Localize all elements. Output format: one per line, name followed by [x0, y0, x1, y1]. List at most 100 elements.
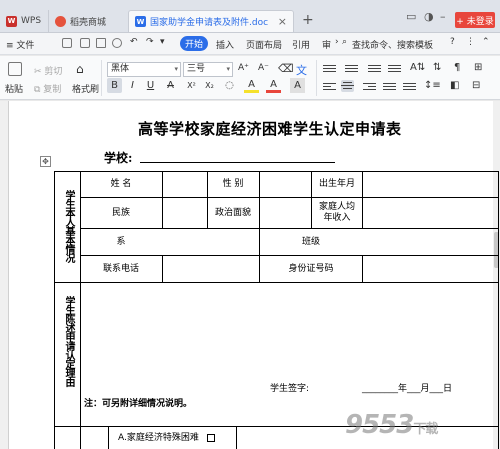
signature-date: ________年___月___日: [362, 384, 453, 394]
section-reason: 学生陈述申请认定理由: [63, 296, 74, 386]
char-border-icon[interactable]: ◌: [222, 78, 237, 93]
tab-label: 国家助学金申请表及附件.doc: [150, 18, 269, 28]
school-underline: [140, 162, 335, 163]
table-line: [236, 426, 237, 449]
more-icon[interactable]: ⋮: [466, 37, 475, 47]
option-a: A.家庭经济特殊困难: [110, 428, 236, 448]
paste-icon[interactable]: [8, 62, 22, 76]
more-tabs-chevron-icon[interactable]: ›: [335, 37, 339, 47]
file-menu[interactable]: ≡ 文件: [6, 38, 34, 51]
tab-wps[interactable]: W WPS: [2, 10, 48, 32]
border-icon[interactable]: ⊞: [474, 62, 482, 73]
cut-button[interactable]: ✂ 剪切: [34, 64, 62, 77]
collapse-ribbon-icon[interactable]: ⌃: [482, 37, 490, 47]
cell-id-label: 身份证号码: [288, 263, 334, 274]
font-color-button[interactable]: A: [266, 78, 281, 93]
align-left-icon[interactable]: [323, 81, 336, 93]
table-move-handle-icon[interactable]: ✥: [40, 156, 51, 167]
tab-label: 稻壳商城: [70, 17, 107, 28]
table-border-icon[interactable]: ⊟: [472, 80, 480, 91]
table-line: [54, 171, 55, 449]
italic-button[interactable]: I: [125, 78, 140, 93]
word-doc-icon: W: [135, 16, 146, 27]
save-icon[interactable]: [62, 38, 72, 48]
justify-icon[interactable]: [383, 81, 396, 93]
command-search[interactable]: 查找命令、搜索模板: [352, 38, 433, 51]
phonetic-guide-icon[interactable]: 文: [296, 62, 307, 78]
copy-button[interactable]: ⧉ 复制: [34, 82, 61, 95]
underline-button[interactable]: U: [143, 78, 158, 93]
cell-name-label: 姓 名: [110, 179, 132, 189]
superscript-button[interactable]: X²: [184, 78, 199, 93]
tab-review[interactable]: 审: [322, 38, 331, 51]
shrink-font-button[interactable]: A⁻: [258, 63, 269, 73]
cell-ethnicity-label: 民族: [111, 207, 130, 218]
help-icon[interactable]: ?: [450, 37, 455, 47]
export-pdf-icon[interactable]: [80, 38, 90, 48]
wps-logo-icon: W: [6, 15, 17, 27]
format-painter-button[interactable]: 格式刷: [72, 82, 99, 95]
docer-store-icon: [55, 15, 66, 27]
section-basic-info: 学生本人基本情况: [63, 190, 74, 262]
paste-button[interactable]: 粘贴: [5, 82, 23, 95]
format-painter-icon[interactable]: ⌂: [76, 62, 84, 76]
bold-button[interactable]: B: [107, 78, 122, 93]
minimize-icon[interactable]: –: [440, 10, 446, 23]
cell-phone-label: 联系电话: [102, 263, 139, 274]
clear-format-icon[interactable]: ⌫: [278, 62, 294, 75]
close-tab-icon[interactable]: ×: [278, 15, 287, 28]
font-size-select[interactable]: 三号 ▾: [183, 62, 233, 77]
highlight-button[interactable]: A: [244, 78, 259, 93]
tab-active-document[interactable]: W 国家助学金申请表及附件.doc ×: [128, 10, 294, 32]
distributed-icon[interactable]: [403, 81, 416, 93]
strikethrough-button[interactable]: A: [163, 78, 178, 93]
note-text: 注：可另附详细情况说明。: [84, 399, 193, 409]
vertical-ruler: [0, 101, 9, 449]
divider: [316, 60, 317, 96]
divider: [101, 60, 102, 96]
tab-references[interactable]: 引用: [292, 38, 310, 51]
new-tab-icon[interactable]: +: [302, 12, 314, 28]
window-layout-icon[interactable]: ▭: [406, 10, 416, 23]
tab-page-layout[interactable]: 页面布局: [246, 38, 282, 51]
search-icon[interactable]: ⌕: [342, 37, 347, 47]
decrease-indent-icon[interactable]: [368, 63, 381, 75]
table-line: [108, 426, 109, 449]
table-line: [362, 171, 363, 228]
show-marks-icon[interactable]: ¶: [454, 62, 460, 73]
cell-gender-label: 性 别: [222, 179, 244, 189]
tab-docer-store[interactable]: 稻壳商城: [48, 10, 128, 32]
bullet-list-icon[interactable]: [323, 63, 336, 75]
increase-indent-icon[interactable]: [388, 63, 401, 75]
subscript-button[interactable]: X₂: [202, 78, 217, 93]
tab-start[interactable]: 开始: [180, 36, 208, 51]
font-name-select[interactable]: 黑体 ▾: [107, 62, 181, 77]
school-label: 学校:: [104, 151, 133, 165]
numbered-list-icon[interactable]: [345, 63, 358, 75]
print-preview-icon[interactable]: [112, 38, 122, 48]
grow-font-button[interactable]: A⁺: [238, 63, 249, 73]
print-icon[interactable]: [96, 38, 106, 48]
chinese-layout-icon[interactable]: A⇅: [410, 62, 425, 73]
undo-icon[interactable]: ↶: [130, 37, 138, 47]
table-line: [162, 255, 163, 282]
align-right-icon[interactable]: [363, 81, 376, 93]
chevron-down-icon: ▾: [226, 65, 230, 73]
char-shading-button[interactable]: A: [290, 78, 305, 93]
skin-icon[interactable]: ◑: [424, 10, 434, 23]
sort-icon[interactable]: ⇅: [433, 62, 441, 73]
cell-income-label: 家庭人均 年收入: [318, 202, 355, 223]
login-button[interactable]: + 未登录: [455, 12, 495, 28]
chevron-down-icon: ▾: [174, 65, 178, 73]
redo-icon[interactable]: ↷: [146, 37, 154, 47]
align-center-icon[interactable]: [341, 80, 354, 92]
document-title: 高等学校家庭经济困难学生认定申请表: [138, 120, 402, 138]
tab-label: WPS: [21, 16, 42, 26]
cell-birth-label: 出生年月: [318, 179, 355, 189]
line-spacing-icon[interactable]: ↕≡: [424, 80, 441, 91]
table-line: [362, 255, 363, 282]
shading-icon[interactable]: ◧: [450, 80, 459, 91]
tab-insert[interactable]: 插入: [216, 38, 234, 51]
dropdown-icon[interactable]: ▾: [160, 37, 165, 47]
checkbox[interactable]: [206, 434, 215, 442]
